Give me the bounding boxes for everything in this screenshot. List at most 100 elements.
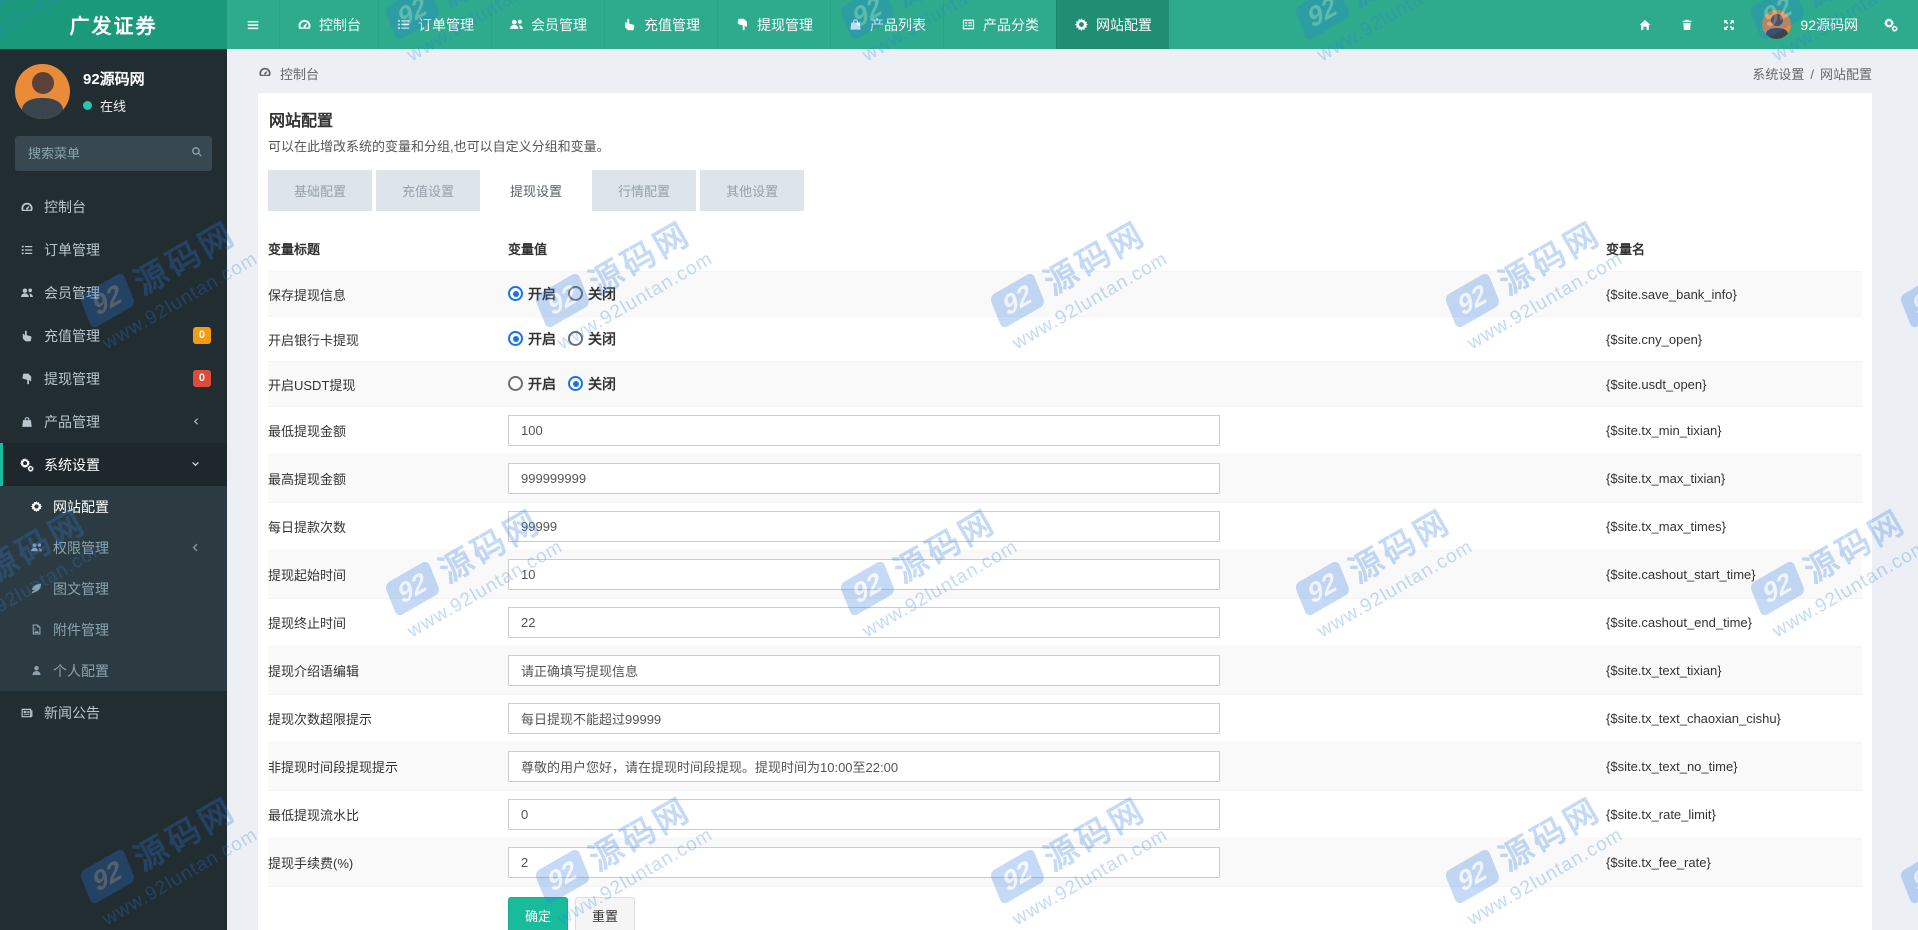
breadcrumb-link[interactable]: 系统设置 [1752, 67, 1804, 82]
user-icon [32, 666, 41, 676]
chev-left-icon [193, 418, 199, 425]
sidebar-item-label: 个人配置 [53, 662, 109, 679]
config-input[interactable] [508, 703, 1220, 734]
cogs-button[interactable] [1870, 0, 1912, 49]
sidebar-item-orders[interactable]: 订单管理 [0, 228, 227, 271]
row-label: 提现手续费(%) [268, 856, 354, 871]
user-menu[interactable]: 92源码网 [1750, 0, 1870, 49]
nav-item-members[interactable]: 会员管理 [491, 0, 604, 49]
radio-option-off[interactable]: 关闭 [568, 374, 616, 394]
sidebar-item-products[interactable]: 产品管理 [0, 400, 227, 443]
sidebar-item-recharge[interactable]: 充值管理 0 [0, 314, 227, 357]
sidebar-item-label: 充值管理 [44, 327, 100, 344]
nav-item-recharge[interactable]: 充值管理 [604, 0, 717, 49]
count-badge: 0 [192, 370, 211, 387]
sidebar-item-site-config[interactable]: 网站配置 [0, 486, 227, 527]
variable-name: {$site.usdt_open} [1606, 376, 1707, 392]
sidebar-item-label: 产品管理 [44, 413, 100, 430]
online-status-label: 在线 [100, 99, 127, 114]
home-icon [1639, 19, 1651, 30]
nav-item-console[interactable]: 控制台 [279, 0, 378, 49]
hand-up-icon [22, 330, 32, 341]
navbar-right: 92源码网 [1624, 0, 1918, 49]
radio-unselected-icon[interactable] [508, 376, 523, 392]
expand-button[interactable] [1708, 0, 1750, 49]
sidebar-item-profile[interactable]: 个人配置 [0, 650, 227, 691]
breadcrumb-link[interactable]: 网站配置 [1820, 67, 1872, 82]
breadcrumb-home-label[interactable]: 控制台 [280, 64, 319, 83]
config-input[interactable] [508, 751, 1220, 782]
nav-item-product-list[interactable]: 产品列表 [830, 0, 943, 49]
config-input[interactable] [508, 847, 1220, 878]
table-row: 非提现时间段提现提示 {$site.tx_text_no_time} [268, 742, 1862, 790]
tab-other[interactable]: 其他设置 [700, 170, 805, 211]
variable-name: {$site.cashout_start_time} [1606, 567, 1756, 582]
submit-button[interactable]: 确定 [508, 897, 569, 930]
tab-withdraw[interactable]: 提现设置 [484, 170, 589, 211]
radio-unselected-icon[interactable] [568, 331, 583, 347]
nav-item-withdraw[interactable]: 提现管理 [717, 0, 830, 49]
nav-item-product-category[interactable]: 产品分类 [943, 0, 1056, 49]
config-input[interactable] [508, 799, 1220, 830]
radio-selected-icon[interactable] [508, 331, 523, 347]
sidebar-item-system[interactable]: 系统设置 [0, 443, 227, 486]
sidebar-item-auth[interactable]: 权限管理 [0, 527, 227, 568]
radio-option-on[interactable]: 开启 [508, 374, 556, 394]
tab-recharge[interactable]: 充值设置 [376, 170, 481, 211]
sidebar-toggle-button[interactable] [227, 0, 279, 49]
trash-button[interactable] [1666, 0, 1708, 49]
hand-down-icon [737, 18, 747, 31]
row-value: 开启 关闭 [508, 284, 1606, 305]
sidebar-item-console[interactable]: 控制台 [0, 185, 227, 228]
radio-option-on[interactable]: 开启 [508, 284, 556, 304]
nav-item-site-config[interactable]: 网站配置 [1056, 0, 1169, 49]
config-input[interactable] [508, 463, 1220, 494]
variable-name: {$site.cny_open} [1606, 331, 1703, 347]
config-input[interactable] [508, 559, 1220, 590]
reset-button[interactable]: 重置 [575, 897, 636, 930]
table-row: 提现介绍语编辑 {$site.tx_text_tixian} [268, 646, 1862, 694]
variable-name: {$site.tx_text_chaoxian_cishu} [1606, 711, 1781, 726]
config-input[interactable] [508, 415, 1220, 446]
username: 92源码网 [83, 71, 145, 88]
radio-option-off[interactable]: 关闭 [568, 284, 616, 304]
radio-option-off[interactable]: 关闭 [568, 329, 616, 349]
breadcrumb[interactable]: 控制台 [258, 64, 319, 83]
row-label: 最低提现金额 [268, 424, 347, 439]
tab-market[interactable]: 行情配置 [592, 170, 697, 211]
search-icon-button[interactable] [190, 145, 204, 162]
column-header: 变量值 [508, 242, 548, 257]
sidebar-item-withdraw[interactable]: 提现管理 0 [0, 357, 227, 400]
row-label: 开启银行卡提现 [268, 332, 360, 348]
sidebar-item-members[interactable]: 会员管理 [0, 271, 227, 314]
radio-selected-icon[interactable] [568, 376, 583, 392]
dashboard-icon [298, 19, 311, 29]
table-row: 每日提款次数 {$site.tx_max_times} [268, 502, 1862, 550]
bag-icon [850, 19, 861, 30]
radio-option-on[interactable]: 开启 [508, 329, 556, 349]
tab-basic[interactable]: 基础配置 [268, 170, 373, 211]
radio-unselected-icon[interactable] [568, 286, 583, 302]
site-config-panel: 网站配置 可以在此增改系统的变量和分组,也可以自定义分组和变量。 基础配置 充值设… [258, 93, 1872, 930]
sidebar-item-news[interactable]: 新闻公告 [0, 691, 227, 734]
sidebar-item-articles[interactable]: 图文管理 [0, 568, 227, 609]
row-value [508, 847, 1606, 878]
sidebar-item-attachments[interactable]: 附件管理 [0, 609, 227, 650]
row-value [508, 703, 1606, 734]
avatar [1762, 10, 1792, 39]
row-label: 开启USDT提现 [268, 377, 356, 393]
radio-selected-icon[interactable] [508, 286, 523, 302]
config-input[interactable] [508, 607, 1220, 638]
nav-item-label: 充值管理 [644, 16, 700, 33]
table-row: 开启USDT提现 开启 关闭 {$site.usdt_open} [268, 361, 1862, 406]
row-label: 非提现时间段提现提示 [268, 760, 399, 775]
sidebar-search-input[interactable] [15, 136, 212, 171]
config-input[interactable] [508, 655, 1220, 686]
home-button[interactable] [1624, 0, 1666, 49]
config-input[interactable] [508, 511, 1220, 542]
row-value: 开启 关闭 [508, 329, 1606, 350]
row-value [508, 559, 1606, 590]
radio-option-label: 关闭 [588, 330, 616, 347]
variable-name: {$site.tx_min_tixian} [1606, 423, 1722, 438]
nav-item-orders[interactable]: 订单管理 [378, 0, 491, 49]
